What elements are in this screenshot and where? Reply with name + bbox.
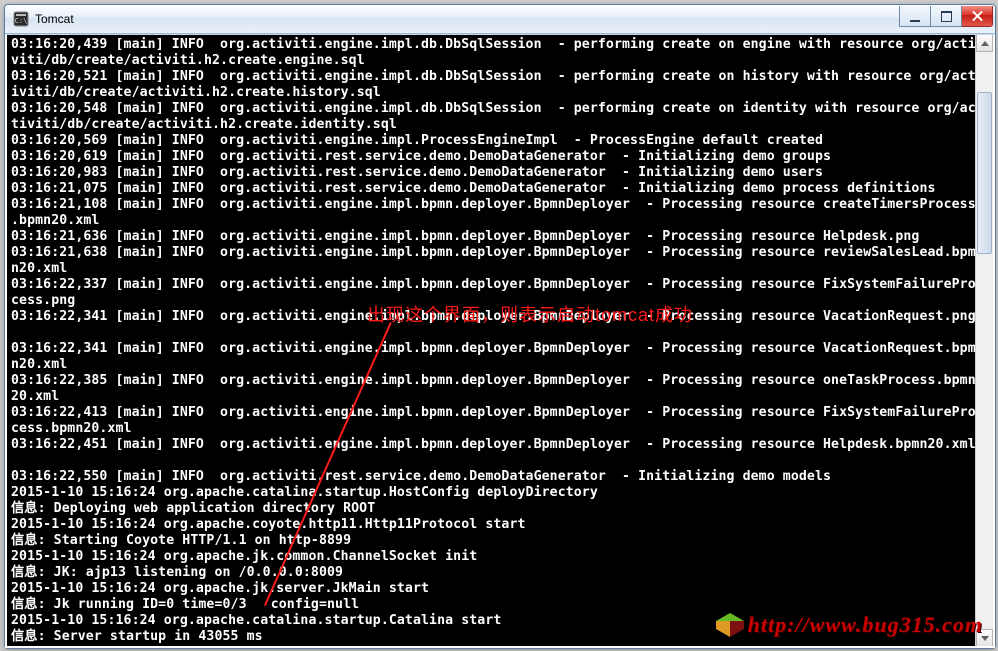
window: C:\ Tomcat 03:16:20,439 [main] INFO org.… (4, 4, 996, 649)
scroll-track[interactable] (976, 52, 993, 629)
svg-text:C:\: C:\ (15, 17, 28, 25)
app-icon: C:\ (13, 11, 29, 27)
window-controls (899, 6, 993, 26)
titlebar[interactable]: C:\ Tomcat (5, 5, 995, 34)
vertical-scrollbar[interactable] (975, 35, 993, 646)
scroll-down-button[interactable] (976, 629, 993, 646)
scroll-up-button[interactable] (976, 35, 993, 52)
window-title: Tomcat (35, 12, 899, 26)
maximize-button[interactable] (931, 6, 962, 27)
console-output[interactable]: 03:16:20,439 [main] INFO org.activiti.en… (7, 35, 976, 646)
minimize-button[interactable] (899, 6, 931, 27)
console-area: 03:16:20,439 [main] INFO org.activiti.en… (5, 34, 995, 648)
scroll-thumb[interactable] (977, 92, 992, 254)
close-button[interactable] (962, 6, 993, 27)
